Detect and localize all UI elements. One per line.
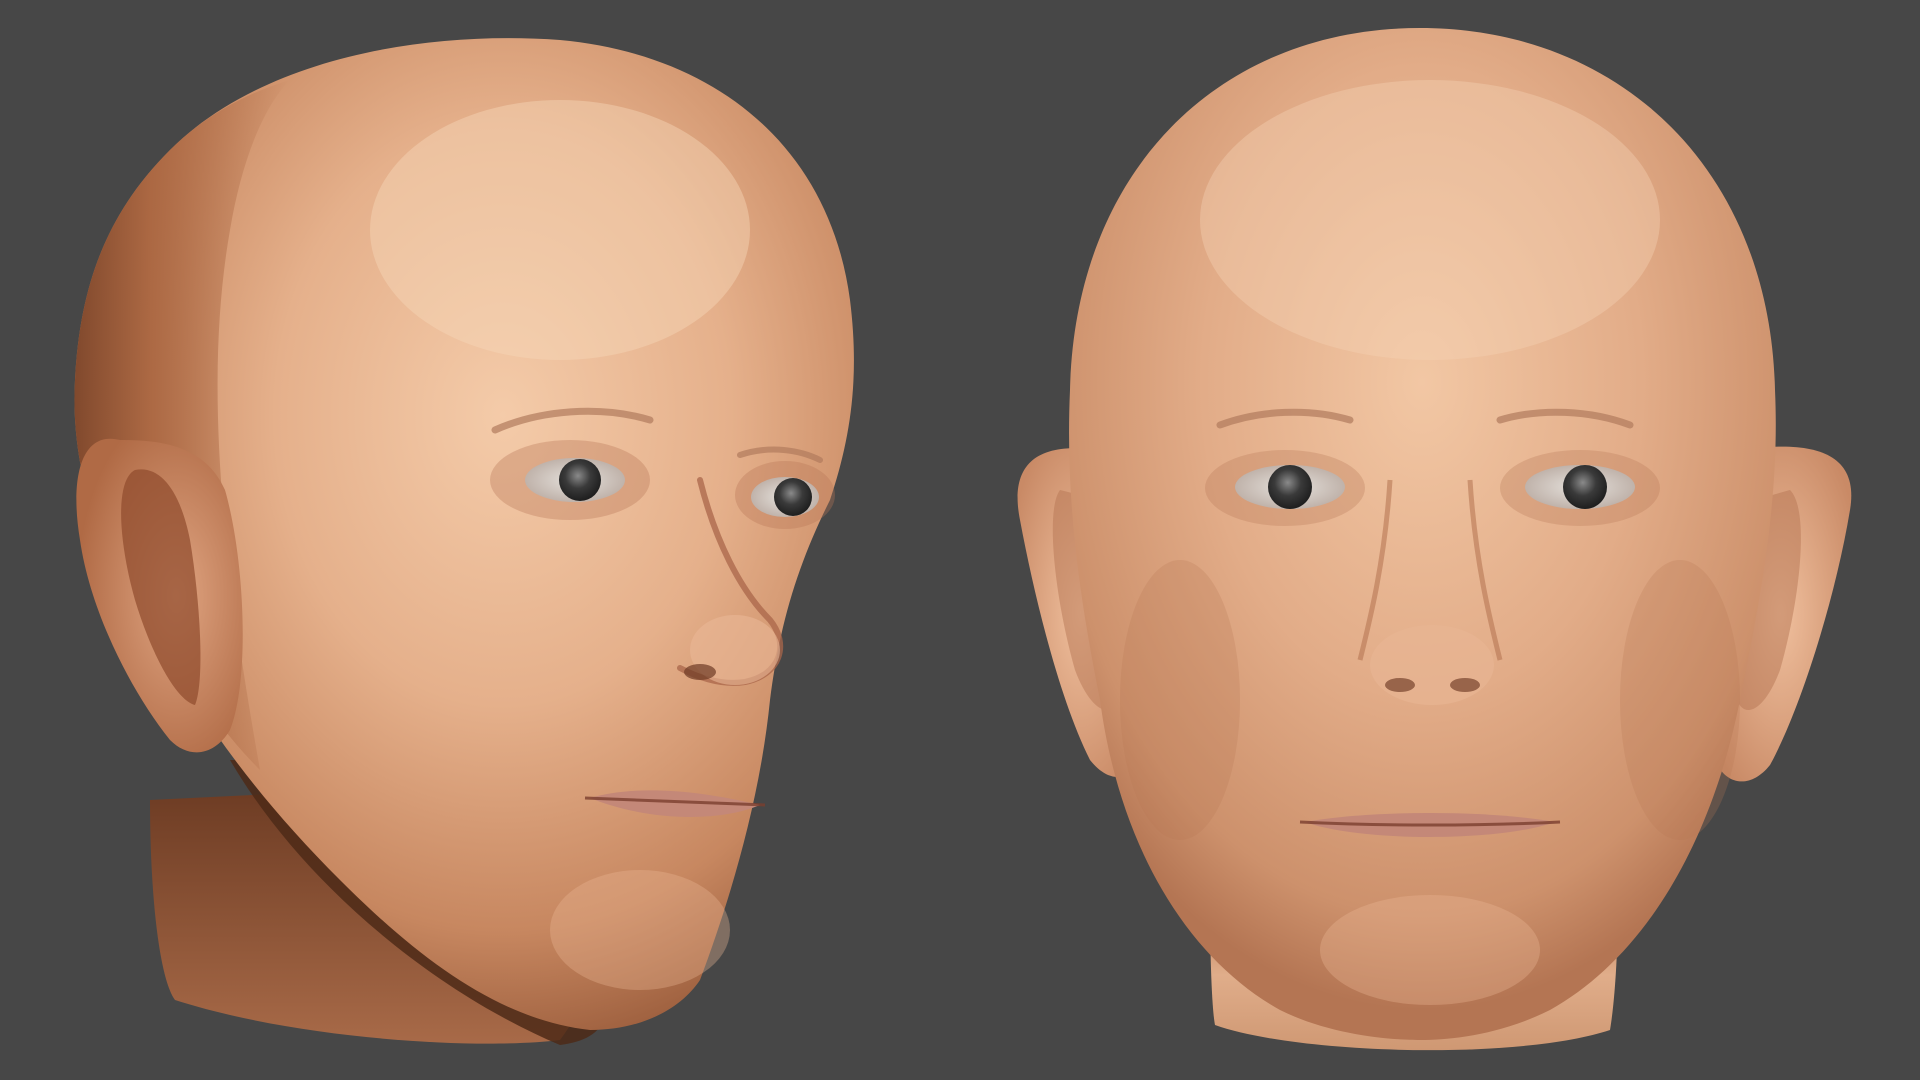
right-eye-2-iris xyxy=(1563,465,1607,509)
head-front-view xyxy=(1017,28,1852,1051)
left-nostril xyxy=(684,664,716,680)
left-forehead-highlight xyxy=(370,100,750,360)
right-nostril-left xyxy=(1385,678,1415,692)
left-chin xyxy=(550,870,730,990)
head-three-quarter-view xyxy=(74,38,854,1045)
right-nostril-right xyxy=(1450,678,1480,692)
right-cheek-right xyxy=(1620,560,1740,840)
right-eye-1-iris xyxy=(1268,465,1312,509)
left-eye-1-iris xyxy=(559,459,601,501)
render-viewport xyxy=(0,0,1920,1080)
left-eye-2-iris xyxy=(774,478,812,516)
right-cheek-left xyxy=(1120,560,1240,840)
right-chin xyxy=(1320,895,1540,1005)
render-scene xyxy=(74,28,1852,1051)
right-forehead-highlight xyxy=(1200,80,1660,360)
right-nose-tip xyxy=(1370,625,1494,705)
